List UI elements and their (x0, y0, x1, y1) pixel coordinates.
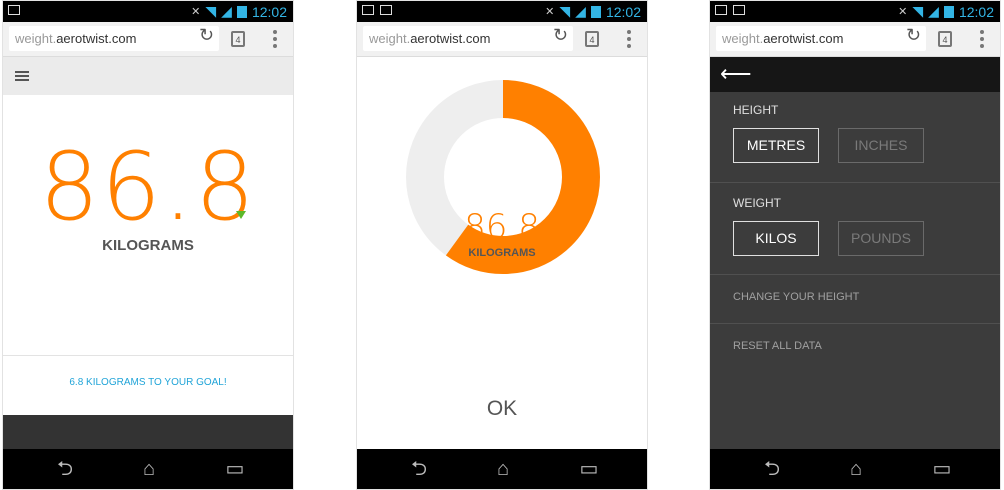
back-arrow-icon[interactable]: ⟵ (720, 61, 752, 87)
gmail-icon (380, 5, 392, 15)
gmail-icon (8, 5, 20, 15)
browser-toolbar: weight.aerotwist.com ↻ 4 (357, 22, 647, 57)
home-nav-icon[interactable]: ⌂ (473, 449, 533, 489)
unit-label: KILOGRAMS (468, 247, 536, 259)
weight-value: 86.8 (464, 207, 540, 247)
battery-icon (943, 5, 954, 18)
height-section-label: HEIGHT (733, 103, 779, 117)
phone-screen-weight-entry: ✕ ◥ ◢ 12:02 weight.aerotwist.com ↻ 4 86.… (356, 0, 648, 490)
tabs-icon[interactable]: 4 (231, 31, 245, 47)
status-bar: ✕ ◥ ◢ 12:02 (710, 1, 1000, 22)
wifi-icon: ◥ (559, 3, 571, 19)
back-nav-icon[interactable]: ⮌ (742, 449, 802, 489)
tabs-icon[interactable]: 4 (938, 31, 952, 47)
home-nav-icon[interactable]: ⌂ (119, 449, 179, 489)
recents-nav-icon[interactable]: ▭ (559, 449, 619, 489)
system-nav-bar: ⮌ ⌂ ▭ (710, 449, 1000, 489)
back-nav-icon[interactable]: ⮌ (35, 449, 95, 489)
system-nav-bar: ⮌ ⌂ ▭ (3, 449, 293, 489)
divider (710, 182, 1000, 183)
status-time: 12:02 (958, 3, 994, 20)
overflow-menu-icon[interactable] (273, 30, 277, 51)
hamburger-menu-icon[interactable] (15, 71, 29, 83)
url-field[interactable]: weight.aerotwist.com (716, 26, 926, 51)
reload-icon[interactable]: ↻ (199, 25, 214, 46)
back-nav-icon[interactable]: ⮌ (389, 449, 449, 489)
gmail-icon (733, 5, 745, 15)
battery-icon (236, 5, 247, 18)
status-time: 12:02 (605, 3, 641, 20)
silent-icon: ✕ (898, 6, 908, 18)
divider (710, 274, 1000, 275)
url-field[interactable]: weight.aerotwist.com (9, 26, 219, 51)
signal-icon: ◢ (221, 3, 232, 19)
inches-button[interactable]: INCHES (838, 128, 924, 163)
system-nav-bar: ⮌ ⌂ ▭ (357, 449, 647, 489)
ok-button[interactable]: OK (357, 397, 647, 421)
kilos-button[interactable]: KILOS (733, 221, 819, 256)
url-domain: aerotwist.com (56, 31, 137, 46)
tabs-icon[interactable]: 4 (585, 31, 599, 47)
unit-label: KILOGRAMS (102, 237, 194, 254)
app-header (3, 57, 293, 95)
status-time: 12:02 (251, 3, 287, 20)
home-nav-icon[interactable]: ⌂ (826, 449, 886, 489)
change-height-link[interactable]: CHANGE YOUR HEIGHT (733, 291, 859, 303)
url-domain: aerotwist.com (763, 31, 844, 46)
trend-down-icon (236, 211, 246, 219)
battery-icon (590, 5, 601, 18)
metres-button[interactable]: METRES (733, 128, 819, 163)
pounds-button[interactable]: POUNDS (838, 221, 924, 256)
overflow-menu-icon[interactable] (627, 30, 631, 51)
divider (710, 323, 1000, 324)
url-domain: aerotwist.com (410, 31, 491, 46)
url-prefix: weight. (15, 31, 57, 46)
overflow-menu-icon[interactable] (980, 30, 984, 51)
reset-data-link[interactable]: RESET ALL DATA (733, 340, 822, 352)
recents-nav-icon[interactable]: ▭ (912, 449, 972, 489)
reload-icon[interactable]: ↻ (906, 25, 921, 46)
url-prefix: weight. (722, 31, 764, 46)
status-bar: ✕ ◥ ◢ 12:02 (357, 1, 647, 22)
phone-screen-settings: ✕ ◥ ◢ 12:02 weight.aerotwist.com ↻ 4 ⟵ H… (709, 0, 1001, 490)
signal-icon: ◢ (928, 3, 939, 19)
status-bar: ✕ ◥ ◢ 12:02 (3, 1, 293, 22)
url-prefix: weight. (369, 31, 411, 46)
image-icon (362, 5, 374, 15)
recents-nav-icon[interactable]: ▭ (205, 449, 265, 489)
image-icon (715, 5, 727, 15)
phone-screen-weight-display: ✕ ◥ ◢ 12:02 weight.aerotwist.com ↻ 4 86.… (2, 0, 294, 490)
bottom-panel (3, 415, 293, 451)
browser-toolbar: weight.aerotwist.com ↻ 4 (3, 22, 293, 57)
wifi-icon: ◥ (912, 3, 924, 19)
reload-icon[interactable]: ↻ (553, 25, 568, 46)
url-field[interactable]: weight.aerotwist.com (363, 26, 573, 51)
settings-header: ⟵ (710, 57, 1000, 92)
weight-value: 86.8 (39, 133, 257, 242)
silent-icon: ✕ (545, 6, 555, 18)
goal-message: 6.8 KILOGRAMS TO YOUR GOAL! (69, 377, 227, 388)
signal-icon: ◢ (575, 3, 586, 19)
weight-section-label: WEIGHT (733, 196, 781, 210)
silent-icon: ✕ (191, 6, 201, 18)
browser-toolbar: weight.aerotwist.com ↻ 4 (710, 22, 1000, 57)
wifi-icon: ◥ (205, 3, 217, 19)
divider (3, 355, 293, 356)
